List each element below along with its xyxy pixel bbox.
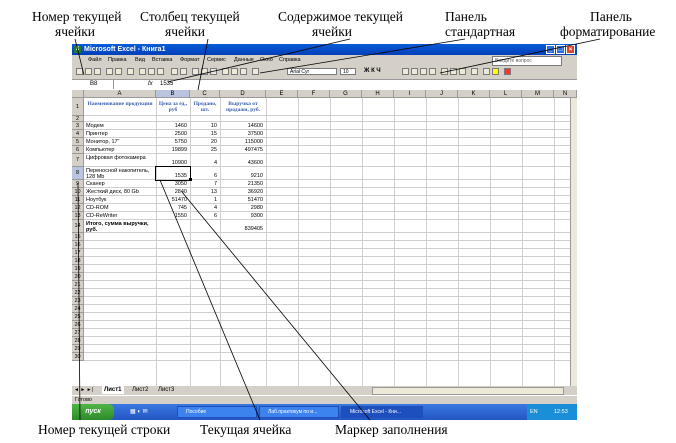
annotation-lines: [74, 38, 601, 421]
line-std-panel: [259, 38, 466, 74]
line-fill-marker: [181, 191, 371, 421]
line-row-number: [77, 182, 81, 421]
line-current-cell: [159, 179, 261, 421]
line-content: [167, 38, 351, 83]
line-column: [197, 38, 209, 91]
line-cell-number: [74, 38, 85, 76]
line-fmt-panel: [439, 38, 601, 74]
